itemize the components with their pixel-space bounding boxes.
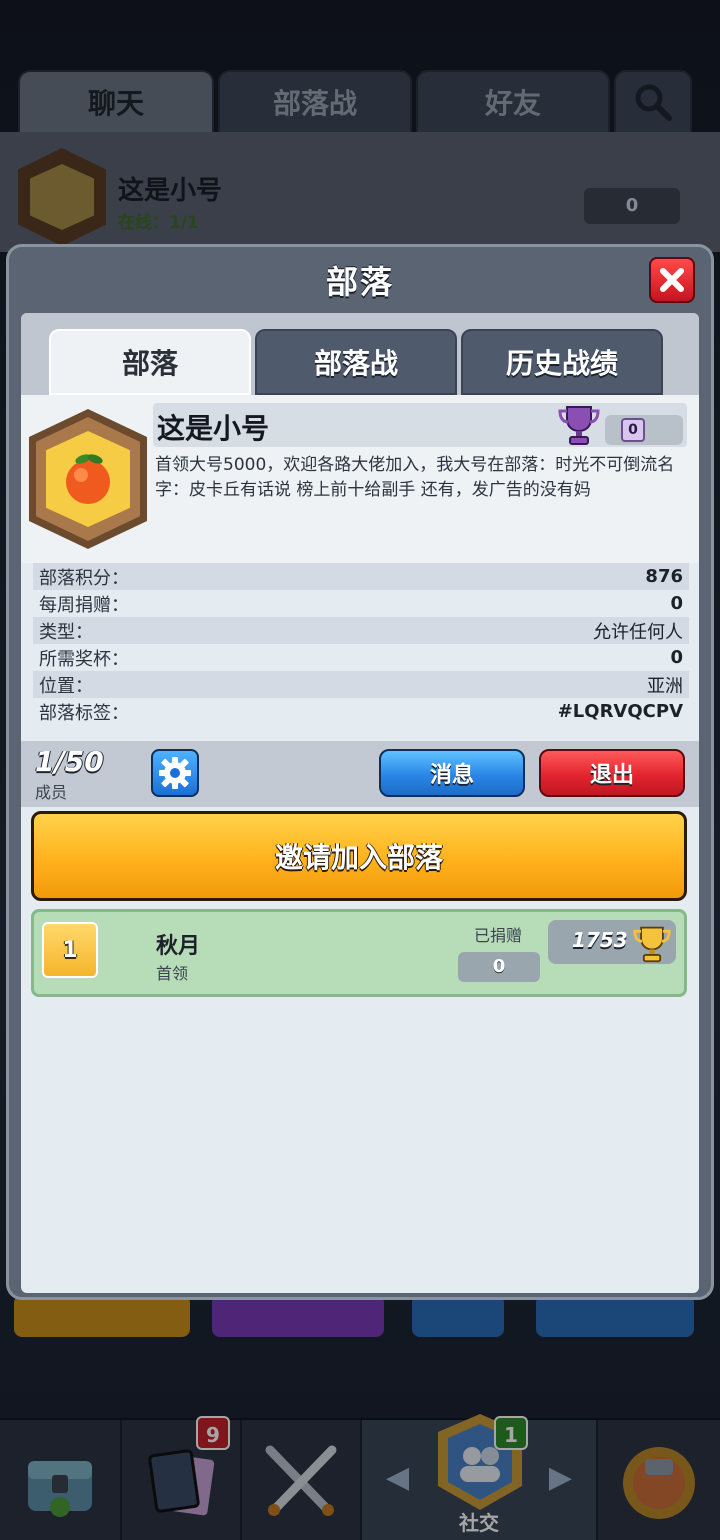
gear-icon bbox=[159, 757, 191, 789]
invite-button[interactable]: 邀请加入部落 bbox=[31, 811, 687, 901]
member-count: 1/50 bbox=[35, 745, 104, 778]
modal-tabs: 部落 部落战 历史战绩 bbox=[21, 313, 699, 395]
member-trophies: 1753 bbox=[572, 928, 628, 952]
close-button[interactable] bbox=[649, 257, 695, 303]
info-label: 位置： bbox=[39, 675, 93, 697]
info-label: 类型： bbox=[39, 621, 93, 643]
clan-name-row: 这是小号 0 bbox=[153, 403, 687, 447]
clan-trophies: 0 bbox=[621, 418, 645, 442]
info-value: 允许任何人 bbox=[593, 621, 683, 643]
clan-header: 这是小号 0 首领大号5000，欢迎各路大佬加入，我大号在部落：时光不可倒流名字… bbox=[21, 395, 699, 563]
clan-modal: 部落 部落 部落战 历史战绩 这是小号 0 首领大号5000，欢迎各路大佬加入，… bbox=[6, 244, 714, 1300]
member-rank: 1 bbox=[42, 922, 98, 978]
info-value: 0 bbox=[670, 647, 683, 668]
member-name: 秋月 bbox=[156, 934, 201, 959]
info-value: 0 bbox=[670, 593, 683, 614]
modal-panel: 部落 部落战 历史战绩 这是小号 0 首领大号5000，欢迎各路大佬加入，我大号… bbox=[21, 313, 699, 1293]
member-role: 首领 bbox=[156, 964, 189, 983]
info-label: 部落积分： bbox=[39, 567, 129, 589]
member-row[interactable]: 1 秋月 首领 已捐赠 0 1753 bbox=[31, 909, 687, 997]
trophy-icon bbox=[558, 406, 600, 445]
info-row: 部落标签： #LQRVQCPV bbox=[33, 698, 689, 725]
info-row: 位置： 亚洲 bbox=[33, 671, 689, 698]
tab-clan[interactable]: 部落 bbox=[49, 329, 251, 395]
quit-button[interactable]: 退出 bbox=[539, 749, 685, 797]
clan-description: 首领大号5000，欢迎各路大佬加入，我大号在部落：时光不可倒流名字：皮卡丘有话说… bbox=[155, 455, 675, 500]
info-value: 876 bbox=[645, 566, 683, 587]
modal-title: 部落 bbox=[325, 263, 394, 301]
info-value: #LQRVQCPV bbox=[557, 701, 683, 722]
orange-icon bbox=[66, 454, 110, 504]
message-button[interactable]: 消息 bbox=[379, 749, 525, 797]
clan-info-table: 部落积分： 876 每周捐赠： 0 类型： 允许任何人 所需奖杯： 0 位置： 亚洲 部落… bbox=[33, 563, 689, 725]
tab-war-history[interactable]: 历史战绩 bbox=[461, 329, 663, 395]
info-value: 亚洲 bbox=[647, 675, 683, 697]
close-icon bbox=[660, 268, 684, 292]
info-label: 所需奖杯： bbox=[39, 648, 129, 670]
info-row: 部落积分： 876 bbox=[33, 563, 689, 590]
member-bar: 1/50 成员 消息 退出 bbox=[21, 741, 699, 807]
info-row: 每周捐赠： 0 bbox=[33, 590, 689, 617]
clan-name: 这是小号 bbox=[157, 412, 270, 445]
settings-button[interactable] bbox=[151, 749, 199, 797]
donated-label: 已捐赠 bbox=[474, 926, 523, 945]
info-label: 每周捐赠： bbox=[39, 594, 129, 616]
info-row: 所需奖杯： 0 bbox=[33, 644, 689, 671]
tab-clan-war[interactable]: 部落战 bbox=[255, 329, 457, 395]
info-row: 类型： 允许任何人 bbox=[33, 617, 689, 644]
donated-value: 0 bbox=[458, 952, 540, 982]
member-label: 成员 bbox=[35, 783, 68, 802]
gold-trophy-icon bbox=[633, 926, 671, 963]
info-label: 部落标签： bbox=[39, 702, 129, 724]
